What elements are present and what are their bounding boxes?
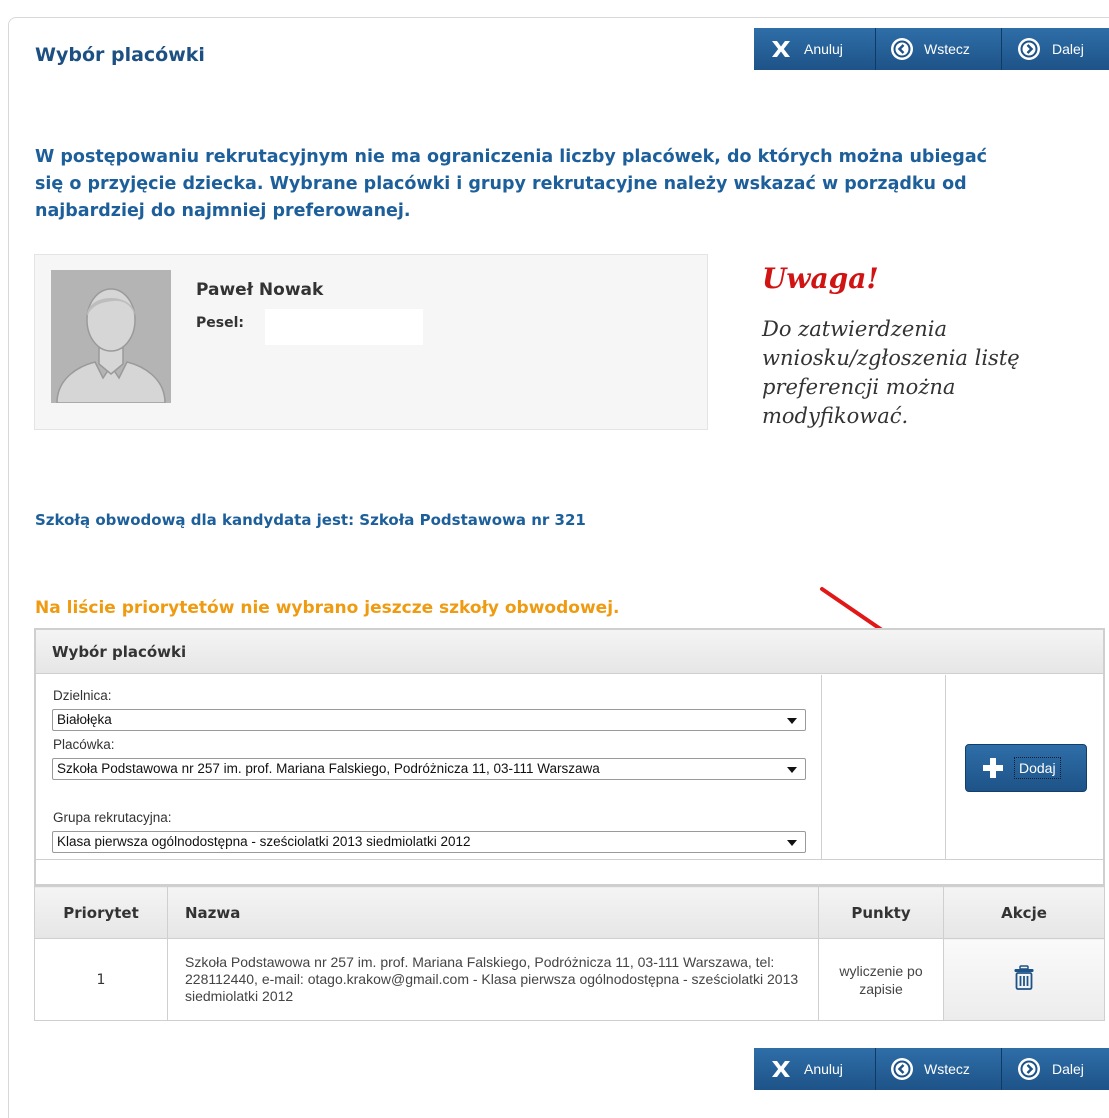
table-header-row: Priorytet Nazwa Punkty Akcje bbox=[34, 886, 1105, 939]
add-cell: Dodaj bbox=[946, 675, 1105, 859]
pesel-value bbox=[265, 309, 423, 345]
arrow-left-circle-icon bbox=[889, 37, 915, 61]
child-name: Paweł Nowak bbox=[196, 280, 324, 300]
close-icon bbox=[768, 40, 794, 58]
back-button[interactable]: Wstecz bbox=[876, 1048, 1002, 1090]
chevron-down-icon bbox=[787, 840, 797, 846]
next-button[interactable]: Dalej bbox=[1002, 1048, 1109, 1090]
selection-empty-cell bbox=[822, 675, 946, 859]
cancel-button[interactable]: Anuluj bbox=[754, 28, 876, 70]
pesel-label: Pesel: bbox=[196, 315, 244, 331]
close-icon bbox=[768, 1060, 794, 1078]
cancel-button[interactable]: Anuluj bbox=[754, 1048, 876, 1090]
selection-form: Dzielnica: Białołęka Placówka: Szkoła Po… bbox=[36, 675, 822, 859]
add-button-label: Dodaj bbox=[1014, 757, 1061, 779]
chevron-down-icon bbox=[787, 767, 797, 773]
district-select[interactable]: Białołęka bbox=[52, 709, 806, 731]
facility-selection-panel: Wybór placówki Dzielnica: Białołęka Plac… bbox=[34, 628, 1105, 886]
group-select[interactable]: Klasa pierwsza ogólnodostępna - sześciol… bbox=[52, 831, 806, 853]
arrow-right-circle-icon bbox=[1016, 37, 1042, 61]
warning-title: Uwaga! bbox=[762, 262, 879, 295]
intro-text: W postępowaniu rekrutacyjnym nie ma ogra… bbox=[35, 147, 988, 221]
warning-text: Do zatwierdzenia wniosku/zgłoszenia list… bbox=[762, 317, 1020, 428]
column-header-priority: Priorytet bbox=[34, 886, 168, 939]
arrow-left-circle-icon bbox=[889, 1057, 915, 1081]
facility-label: Placówka: bbox=[53, 737, 115, 752]
selection-divider bbox=[36, 859, 1103, 860]
row-priority: 1 bbox=[34, 938, 168, 1021]
group-label: Grupa rekrutacyjna: bbox=[53, 810, 172, 825]
next-label: Dalej bbox=[1052, 41, 1084, 57]
district-school-info: Szkołą obwodową dla kandydata jest: Szko… bbox=[35, 511, 586, 529]
chevron-down-icon bbox=[787, 718, 797, 724]
cancel-label: Anuluj bbox=[804, 41, 843, 57]
top-nav-bar: Anuluj Wstecz Dalej bbox=[754, 28, 1109, 70]
selection-panel-title: Wybór placówki bbox=[36, 630, 1103, 674]
priority-warning: Na liście priorytetów nie wybrano jeszcz… bbox=[35, 598, 620, 618]
table-row: 1 Szkoła Podstawowa nr 257 im. prof. Mar… bbox=[34, 938, 1105, 1021]
cancel-label: Anuluj bbox=[804, 1061, 843, 1077]
plus-icon bbox=[982, 757, 1004, 779]
preferences-table: Priorytet Nazwa Punkty Akcje 1 Szkoła Po… bbox=[34, 886, 1105, 1021]
district-select-value: Białołęka bbox=[57, 712, 112, 727]
district-label: Dzielnica: bbox=[53, 688, 112, 703]
next-button[interactable]: Dalej bbox=[1002, 28, 1109, 70]
group-select-value: Klasa pierwsza ogólnodostępna - sześciol… bbox=[57, 834, 471, 849]
row-name: Szkoła Podstawowa nr 257 im. prof. Maria… bbox=[167, 938, 819, 1021]
back-label: Wstecz bbox=[924, 41, 970, 57]
back-button[interactable]: Wstecz bbox=[876, 28, 1002, 70]
column-header-name: Nazwa bbox=[167, 886, 819, 939]
bottom-nav-bar: Anuluj Wstecz Dalej bbox=[754, 1048, 1109, 1090]
column-header-actions: Akcje bbox=[943, 886, 1105, 939]
page-title: Wybór placówki bbox=[35, 44, 205, 66]
add-button[interactable]: Dodaj bbox=[965, 744, 1087, 792]
trash-icon[interactable] bbox=[1013, 964, 1035, 991]
back-label: Wstecz bbox=[924, 1061, 970, 1077]
column-header-points: Punkty bbox=[818, 886, 944, 939]
next-label: Dalej bbox=[1052, 1061, 1084, 1077]
facility-select[interactable]: Szkoła Podstawowa nr 257 im. prof. Maria… bbox=[52, 758, 806, 780]
row-points: wyliczenie po zapisie bbox=[818, 938, 944, 1021]
avatar bbox=[51, 270, 171, 404]
child-card: Paweł Nowak Pesel: bbox=[34, 254, 708, 430]
facility-select-value: Szkoła Podstawowa nr 257 im. prof. Maria… bbox=[57, 761, 600, 776]
row-actions bbox=[943, 938, 1105, 1021]
arrow-right-circle-icon bbox=[1016, 1057, 1042, 1081]
